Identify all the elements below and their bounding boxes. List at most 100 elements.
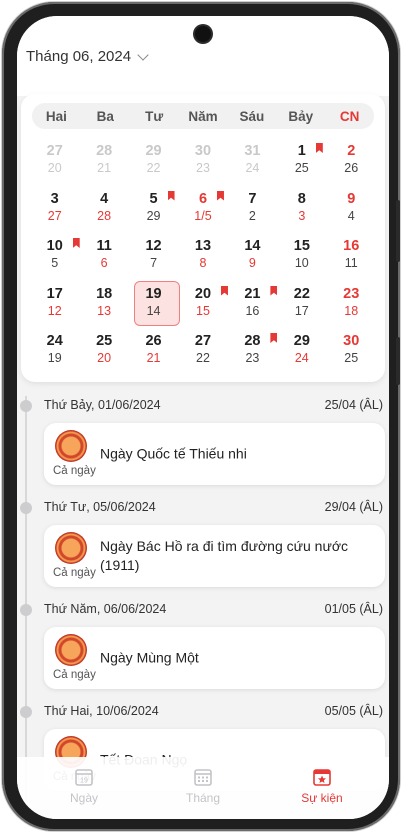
solar-date: 11 — [96, 238, 112, 254]
weekday-label-sunday: CN — [339, 108, 360, 124]
solar-date: 13 — [194, 238, 212, 254]
event-seal-icon — [55, 532, 87, 564]
event-lunar-date: 01/05 (ÂL) — [324, 602, 383, 616]
solar-date: 28 — [244, 333, 261, 349]
solar-date: 26 — [145, 333, 162, 349]
calendar-day[interactable]: 6 1/5 — [178, 188, 227, 236]
lunar-date: 6 — [100, 256, 108, 270]
solar-date: 6 — [198, 190, 208, 207]
calendar-day[interactable]: 94 — [327, 188, 376, 236]
event-allday: Cả ngày — [53, 669, 96, 681]
power-button — [396, 337, 400, 385]
lunar-date: 11 — [344, 256, 358, 270]
solar-date: 27 — [46, 143, 63, 159]
nav-day[interactable]: 19 Ngày — [39, 757, 129, 819]
solar-date: 1 — [297, 143, 306, 159]
calendar-day[interactable]: 20 15 — [178, 283, 228, 331]
calendar-day[interactable]: 31 24 — [228, 140, 277, 188]
month-label: Tháng 06, 2024 — [26, 48, 132, 65]
calendar-day[interactable]: 25 20 — [79, 330, 128, 378]
solar-date: 20 — [194, 285, 212, 302]
lunar-date: 9 — [248, 256, 256, 270]
calendar-day[interactable]: 3 27 — [30, 188, 79, 236]
event-title: Ngày Quốc tế Thiếu nhi — [100, 445, 247, 462]
calendar-day[interactable]: 5 29 — [129, 188, 178, 236]
calendar-day[interactable]: 11 6 — [79, 235, 128, 283]
lunar-date: 8 — [199, 256, 207, 270]
solar-date: 3 — [50, 190, 59, 207]
calendar-day[interactable]: 30 23 — [178, 140, 227, 188]
calendar-day[interactable]: 14 9 — [228, 235, 277, 283]
timeline-dot — [20, 502, 32, 514]
event-title: Ngày Bác Hồ ra đi tìm đường cứu nước (19… — [100, 538, 349, 573]
calendar-day-today[interactable]: 19 14 — [129, 280, 181, 331]
calendar-week-row: 10 5 11 6 12 7 13 8 14 9 15 10 16 11 — [30, 235, 376, 283]
solar-date: 21 — [244, 285, 261, 302]
lunar-date: 22 — [146, 161, 161, 175]
lunar-date: 13 — [97, 303, 112, 318]
solar-date: 22 — [293, 285, 310, 302]
calendar-day[interactable]: 83 — [277, 188, 326, 236]
calendar-day[interactable]: 18 13 — [79, 283, 128, 331]
chevron-down-icon — [137, 48, 149, 61]
calendar-day[interactable]: 28 21 — [79, 140, 128, 188]
event-list: Thứ Bảy, 01/06/2024 25/04 (ÂL) Cả ngày N… — [17, 390, 389, 798]
calendar-day[interactable]: 26 21 — [129, 330, 178, 378]
lunar-date: 28 — [97, 208, 112, 223]
nav-events[interactable]: Sự kiện — [277, 757, 367, 819]
svg-text:19: 19 — [80, 778, 88, 785]
calendar-day[interactable]: 21 16 — [228, 283, 278, 331]
calendar-star-icon — [313, 769, 331, 786]
calendar-day[interactable]: 27 20 — [30, 140, 79, 188]
solar-date: 12 — [145, 238, 162, 254]
calendar-day[interactable]: 2 26 — [327, 140, 376, 188]
calendar-day[interactable]: 13 8 — [178, 235, 227, 283]
calendar-day[interactable]: 29 24 — [277, 330, 326, 378]
calendar-day-icon: 19 — [75, 769, 93, 786]
lunar-date: 2 — [248, 208, 256, 223]
calendar-day[interactable]: 17 12 — [30, 283, 79, 331]
calendar-day[interactable]: 29 22 — [129, 140, 178, 188]
weekday-label: Sáu — [239, 108, 265, 124]
calendar-day[interactable]: 24 19 — [30, 330, 79, 378]
weekday-header: Hai Ba Tư Năm Sáu Bảy CN — [32, 103, 374, 129]
calendar-week-row: 17 12 18 13 19 14 20 15 21 16 22 17 23 18 — [30, 280, 376, 331]
calendar-week-row: 27 20 28 21 29 22 30 23 31 24 1 25 2 26 — [30, 140, 376, 188]
event-card[interactable]: Cả ngày Ngày Mùng Một — [44, 627, 385, 689]
calendar-day[interactable]: 10 5 — [30, 235, 80, 283]
solar-date: 31 — [244, 143, 261, 159]
event-card[interactable]: Cả ngày Ngày Quốc tế Thiếu nhi — [44, 423, 385, 485]
lunar-date: 24 — [294, 351, 309, 365]
calendar-day[interactable]: 72 — [228, 188, 277, 236]
solar-date: 7 — [248, 190, 257, 207]
lunar-date: 10 — [294, 256, 309, 270]
calendar-day[interactable]: 4 28 — [79, 188, 128, 236]
calendar-day[interactable]: 12 7 — [129, 235, 178, 283]
month-selector[interactable]: Tháng 06, 2024 — [26, 48, 149, 65]
calendar-day[interactable]: 30 25 — [327, 330, 376, 378]
weekday-label: Tư — [145, 108, 164, 124]
nav-day-label: Ngày — [69, 791, 98, 805]
nav-month-label: Tháng — [185, 791, 221, 805]
lunar-date: 19 — [47, 351, 62, 365]
calendar-day[interactable]: 15 10 — [277, 235, 326, 283]
nav-events-label: Sự kiện — [301, 791, 343, 805]
calendar-day[interactable]: 28 23 — [228, 330, 278, 378]
event-card[interactable]: Cả ngày Ngày Bác Hồ ra đi tìm đường cứu … — [44, 525, 385, 587]
calendar-day[interactable]: 27 22 — [178, 330, 227, 378]
lunar-date: 26 — [344, 161, 359, 175]
bottom-nav: 19 Ngày Tháng Sự kiện — [17, 757, 389, 819]
event-group: Thứ Tư, 05/06/2024 29/04 (ÂL) Cả ngày Ng… — [17, 492, 389, 594]
solar-date: 16 — [343, 238, 360, 254]
lunar-date: 14 — [146, 303, 161, 318]
nav-month[interactable]: Tháng — [158, 757, 248, 819]
lunar-date: 25 — [344, 351, 359, 365]
calendar-day[interactable]: 16 11 — [327, 235, 376, 283]
calendar-day[interactable]: 23 18 — [327, 283, 376, 331]
solar-date: 10 — [46, 238, 63, 254]
lunar-date: 16 — [245, 303, 260, 318]
calendar-day[interactable]: 1 25 — [277, 140, 326, 188]
calendar-day[interactable]: 22 17 — [277, 283, 326, 331]
phone-frame: Tháng 06, 2024 Hai Ba Tư Năm Sáu Bảy CN … — [2, 2, 400, 831]
lunar-date: 27 — [47, 208, 62, 223]
